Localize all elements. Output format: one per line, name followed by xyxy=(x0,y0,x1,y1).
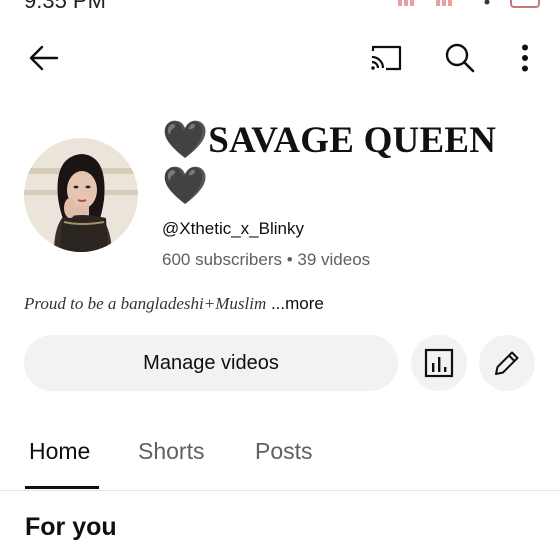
back-arrow-icon xyxy=(29,45,59,71)
status-bar: 9:35 PM xyxy=(0,0,560,14)
more-vert-icon xyxy=(522,44,528,72)
edit-pencil-icon xyxy=(495,351,519,375)
analytics-icon xyxy=(424,348,454,378)
channel-description[interactable]: Proud to be a bangladeshi+Muslim ...more xyxy=(24,294,324,314)
active-tab-indicator xyxy=(25,486,99,489)
analytics-button[interactable] xyxy=(411,335,467,391)
channel-handle: @Xthetic_x_Blinky xyxy=(162,219,304,238)
search-button[interactable] xyxy=(440,38,480,78)
description-more-link[interactable]: ...more xyxy=(271,294,324,313)
channel-tabs: Home Shorts Posts xyxy=(0,430,560,491)
description-text: Proud to be a bangladeshi+Muslim xyxy=(24,294,267,313)
avatar-image xyxy=(24,138,138,252)
tab-home[interactable]: Home xyxy=(29,438,90,465)
channel-stats: 600 subscribers • 39 videos xyxy=(162,250,371,269)
manage-videos-button[interactable]: Manage videos xyxy=(24,335,398,391)
back-button[interactable] xyxy=(24,38,64,78)
wifi-icon xyxy=(484,0,490,5)
status-time: 9:35 PM xyxy=(24,0,106,13)
tab-shorts[interactable]: Shorts xyxy=(138,438,204,465)
search-icon xyxy=(445,43,475,73)
battery-icon xyxy=(510,0,540,8)
more-options-button[interactable] xyxy=(508,38,542,78)
cast-icon xyxy=(371,45,402,71)
section-title: For you xyxy=(25,513,117,541)
channel-avatar[interactable] xyxy=(24,138,138,252)
tab-posts[interactable]: Posts xyxy=(255,438,313,465)
signal-icon xyxy=(398,0,414,6)
cast-button[interactable] xyxy=(364,38,408,78)
edit-channel-button[interactable] xyxy=(479,335,535,391)
signal-icon xyxy=(436,0,452,6)
status-icons xyxy=(396,0,540,8)
channel-name: 🖤SAVAGE QUEEN 🖤 xyxy=(162,120,497,207)
top-app-bar xyxy=(0,30,560,80)
